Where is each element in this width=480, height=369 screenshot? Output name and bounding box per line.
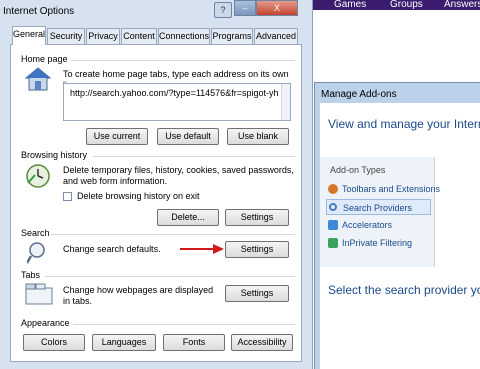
red-arrow-annotation bbox=[180, 244, 224, 254]
tab-general[interactable]: General bbox=[12, 26, 46, 45]
manage-addons-window: Manage Add-ons View and manage your Inte… bbox=[314, 82, 480, 369]
tab-advanced[interactable]: Advanced bbox=[254, 28, 298, 44]
gear-icon bbox=[328, 184, 338, 194]
url-scrollbar[interactable] bbox=[281, 84, 290, 120]
help-button[interactable]: ? bbox=[214, 2, 232, 18]
addon-type-toolbars[interactable]: Toolbars and Extensions bbox=[326, 181, 440, 197]
addons-heading: View and manage your Interne bbox=[328, 117, 480, 131]
tab-privacy[interactable]: Privacy bbox=[86, 28, 120, 44]
addon-type-label: InPrivate Filtering bbox=[342, 238, 413, 248]
nav-groups[interactable]: Groups bbox=[390, 0, 423, 10]
addon-type-label: Search Providers bbox=[343, 203, 413, 213]
dialog-title: Internet Options bbox=[3, 6, 75, 17]
browsing-history-description: Delete temporary files, history, cookies… bbox=[63, 165, 294, 186]
addon-type-accelerators[interactable]: Accelerators bbox=[326, 217, 431, 233]
accessibility-button[interactable]: Accessibility bbox=[231, 334, 293, 351]
tab-connections[interactable]: Connections bbox=[158, 28, 210, 44]
delete-on-exit-label: Delete browsing history on exit bbox=[77, 191, 200, 201]
history-clock-icon bbox=[26, 164, 50, 188]
background-nav-strip: Games Groups Answers bbox=[300, 0, 480, 10]
general-tab-panel: Home page To create home page tabs, type… bbox=[10, 44, 302, 362]
use-current-button[interactable]: Use current bbox=[86, 128, 148, 145]
tab-programs[interactable]: Programs bbox=[211, 28, 253, 44]
tabs-description: Change how webpages are displayed in tab… bbox=[63, 285, 214, 306]
addons-window-title: Manage Add-ons bbox=[321, 89, 397, 100]
colors-button[interactable]: Colors bbox=[23, 334, 85, 351]
nav-answers[interactable]: Answers bbox=[444, 0, 480, 10]
inprivate-icon bbox=[328, 238, 338, 248]
home-page-group-label: Home page bbox=[21, 54, 68, 64]
addons-body: View and manage your Interne Add-on Type… bbox=[320, 103, 480, 369]
divider bbox=[93, 156, 295, 157]
addon-type-inprivate[interactable]: InPrivate Filtering bbox=[326, 235, 431, 251]
languages-button[interactable]: Languages bbox=[92, 334, 156, 351]
addon-types-panel: Add-on Types Toolbars and Extensions Sea… bbox=[320, 157, 440, 267]
search-description: Change search defaults. bbox=[63, 244, 161, 254]
addon-type-label: Accelerators bbox=[342, 220, 393, 230]
use-blank-button[interactable]: Use blank bbox=[227, 128, 289, 145]
internet-options-dialog: Internet Options ? – X General Security … bbox=[0, 0, 313, 369]
delete-on-exit-checkbox[interactable] bbox=[63, 192, 72, 201]
accelerator-icon bbox=[328, 220, 338, 230]
divider bbox=[71, 60, 295, 61]
addons-select-text: Select the search provider you bbox=[328, 283, 480, 297]
appearance-group-label: Appearance bbox=[21, 318, 70, 328]
tab-content[interactable]: Content bbox=[121, 28, 157, 44]
tabs-settings-button[interactable]: Settings bbox=[225, 285, 289, 302]
fonts-button[interactable]: Fonts bbox=[163, 334, 225, 351]
minimize-button[interactable]: – bbox=[234, 0, 256, 16]
home-icon bbox=[25, 67, 51, 91]
search-group-label: Search bbox=[21, 228, 50, 238]
tabs-group-label: Tabs bbox=[21, 270, 41, 280]
delete-button[interactable]: Delete... bbox=[157, 209, 219, 226]
divider bbox=[51, 234, 295, 235]
divider bbox=[45, 276, 295, 277]
nav-games[interactable]: Games bbox=[334, 0, 366, 10]
tab-security[interactable]: Security bbox=[47, 28, 85, 44]
use-default-button[interactable]: Use default bbox=[157, 128, 219, 145]
addon-type-label: Toolbars and Extensions bbox=[342, 184, 441, 194]
close-button[interactable]: X bbox=[256, 0, 298, 16]
magnifier-icon bbox=[27, 242, 45, 264]
home-page-url-field[interactable]: http://search.yahoo.com/?type=114576&fr=… bbox=[63, 83, 291, 121]
addon-types-title: Add-on Types bbox=[330, 165, 386, 175]
divider bbox=[73, 324, 295, 325]
browsing-history-group-label: Browsing history bbox=[21, 150, 88, 160]
search-settings-button[interactable]: Settings bbox=[225, 241, 289, 258]
home-page-url-value: http://search.yahoo.com/?type=114576&fr=… bbox=[70, 88, 279, 98]
browsing-history-settings-button[interactable]: Settings bbox=[225, 209, 289, 226]
search-icon bbox=[329, 203, 337, 211]
tabs-window-icon bbox=[25, 283, 53, 305]
addon-type-search-providers[interactable]: Search Providers bbox=[326, 199, 431, 215]
